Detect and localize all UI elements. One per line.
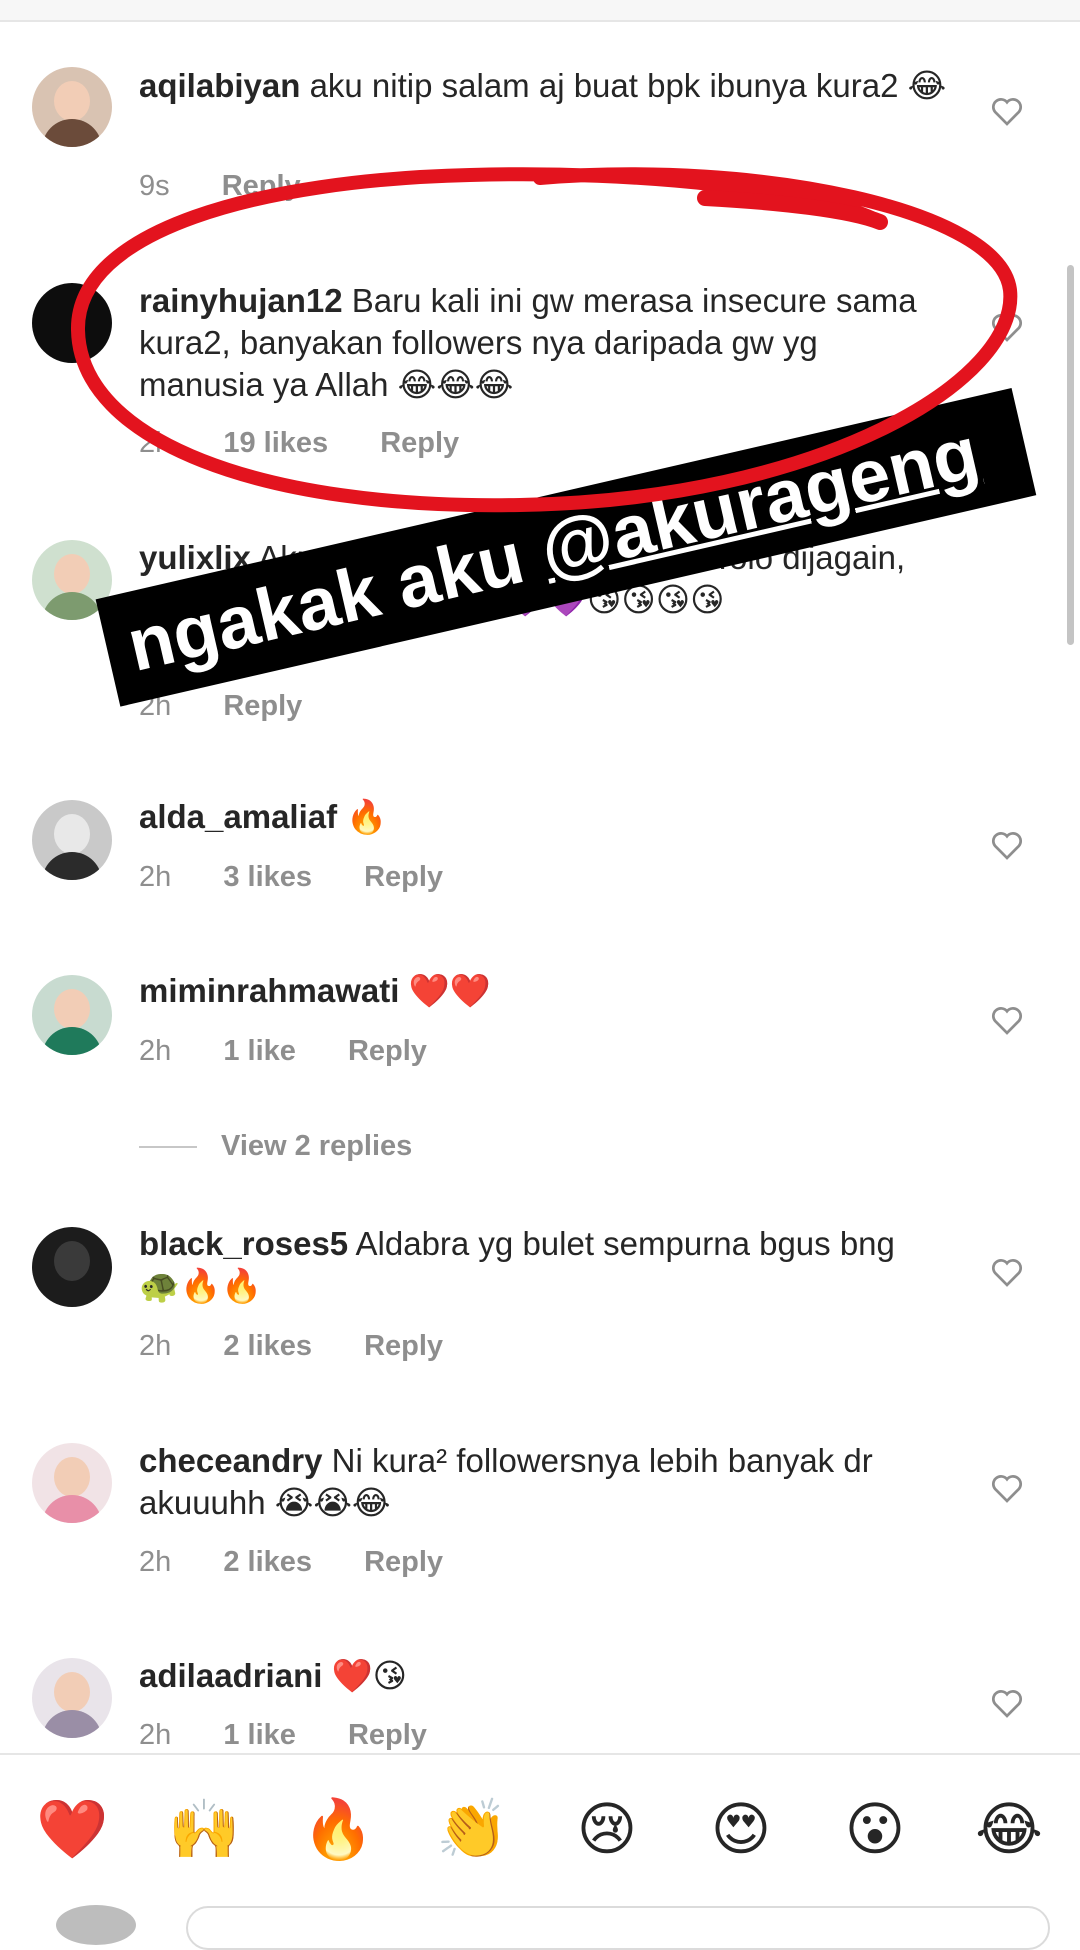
reply-button[interactable]: Reply [348,1719,427,1751]
comment-username[interactable]: rainyhujan12 [139,282,343,319]
crying-emoji-button[interactable]: 😢 [572,1795,642,1865]
comment-username[interactable]: black_roses5 [139,1225,348,1262]
divider-line [139,1146,197,1149]
reply-button[interactable]: Reply [348,1035,427,1067]
comment-text: 🔥 [346,798,388,835]
surprised-emoji-button[interactable]: 😮 [840,1795,910,1865]
user-avatar[interactable] [32,975,112,1055]
likes-count[interactable]: 1 like [223,1719,296,1751]
user-avatar[interactable] [32,1443,112,1523]
raised-hands-emoji-button[interactable]: 🙌 [168,1795,240,1865]
comment-time: 2h [139,1719,172,1751]
heart-outline-icon[interactable] [990,1688,1024,1718]
heart-outline-icon[interactable] [990,1005,1024,1035]
user-avatar[interactable] [32,1227,112,1307]
user-avatar[interactable] [32,1658,112,1738]
heart-outline-icon[interactable] [990,1473,1024,1503]
comment-username[interactable]: adilaadriani [139,1657,322,1694]
comment-username[interactable]: aqilabiyan [139,67,300,104]
scrollbar[interactable] [1067,265,1074,645]
likes-count[interactable]: 2 likes [223,1330,312,1362]
emoji-reaction-bar: ❤️ 🙌 🔥 👏 😢 😍 😮 😂 [0,1753,1080,1922]
view-replies-label: View 2 replies [221,1130,413,1162]
reply-button[interactable]: Reply [364,1330,443,1362]
user-avatar[interactable] [32,283,112,363]
comment-time: 2h [139,427,172,459]
heart-emoji-button[interactable]: ❤️ [36,1795,108,1865]
comment-time: 9s [139,170,170,202]
comment-text: ❤️😘 [331,1657,408,1694]
comment-username[interactable]: checeandry [139,1442,322,1479]
comment-username[interactable]: miminrahmawati [139,972,399,1009]
view-replies-button[interactable]: View 2 replies [139,1130,412,1163]
likes-count[interactable]: 19 likes [223,427,328,459]
heart-eyes-emoji-button[interactable]: 😍 [706,1795,776,1865]
comment-time: 2h [139,1035,172,1067]
comment-time: 2h [139,1546,172,1578]
comment-username[interactable]: alda_amaliaf [139,798,337,835]
user-avatar[interactable] [32,800,112,880]
comment-time: 2h [139,1330,172,1362]
reply-button[interactable]: Reply [223,690,302,722]
heart-outline-icon[interactable] [990,96,1024,126]
comment-time: 2h [139,861,172,893]
heart-outline-icon[interactable] [990,830,1024,860]
reply-button[interactable]: Reply [380,427,459,459]
reply-button[interactable]: Reply [222,170,301,202]
reply-button[interactable]: Reply [364,861,443,893]
likes-count[interactable]: 3 likes [223,861,312,893]
reply-button[interactable]: Reply [364,1546,443,1578]
comment-text: aku nitip salam aj buat bpk ibunya kura2… [309,67,947,104]
likes-count[interactable]: 2 likes [223,1546,312,1578]
user-avatar[interactable] [32,67,112,147]
heart-outline-icon[interactable] [990,1257,1024,1287]
heart-outline-icon[interactable] [990,312,1024,342]
comment-input[interactable] [186,1906,1050,1950]
comment-text: ❤️❤️ [408,972,491,1009]
own-avatar [56,1905,136,1945]
clap-emoji-button[interactable]: 👏 [436,1795,508,1865]
likes-count[interactable]: 1 like [223,1035,296,1067]
top-bar [0,0,1080,22]
laughing-emoji-button[interactable]: 😂 [974,1795,1044,1865]
fire-emoji-button[interactable]: 🔥 [302,1795,374,1865]
